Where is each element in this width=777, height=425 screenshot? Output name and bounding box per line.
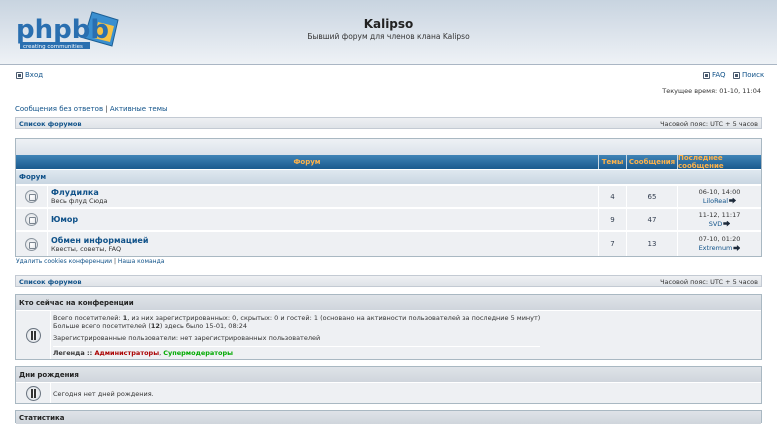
- search-icon: [733, 71, 740, 79]
- goto-last-post-icon[interactable]: [729, 197, 737, 204]
- goto-last-post-icon[interactable]: [723, 220, 731, 227]
- category-row: Форум: [16, 170, 761, 184]
- last-post-author-link[interactable]: SVD: [709, 220, 723, 228]
- forum-cell-info: Обмен информацией Квесты, советы, FAQ: [48, 232, 599, 256]
- birthday-icon: [25, 385, 41, 401]
- legend-line: Легенда :: Администраторы, Супермодерато…: [53, 346, 541, 357]
- last-post-author-link[interactable]: LiloReal: [703, 197, 728, 205]
- quick-links: Сообщения без ответов | Активные темы: [15, 105, 168, 113]
- forum-table: Форум Темы Сообщения Последнее сообщение…: [15, 138, 762, 257]
- login-icon: [16, 71, 23, 79]
- posts-count: 65: [627, 186, 678, 207]
- timezone-label: Часовой пояс: UTC + 5 часов: [660, 278, 758, 286]
- forum-read-icon: [25, 190, 38, 203]
- legend-admins-link[interactable]: Администраторы: [94, 349, 159, 357]
- statistics-section: Статистика: [15, 410, 762, 425]
- legend-label: Легенда ::: [53, 349, 95, 357]
- who-is-online-title: Кто сейчас на конференции: [16, 295, 761, 311]
- table-top-spacer: [16, 139, 761, 155]
- faq-link[interactable]: FAQ: [703, 71, 726, 79]
- timezone-label: Часовой пояс: UTC + 5 часов: [660, 120, 758, 128]
- last-post-cell: 07-10, 01:20 Extremum: [678, 232, 761, 256]
- table-row: Обмен информацией Квесты, советы, FAQ 7 …: [16, 231, 761, 256]
- birthdays-section: Дни рождения Сегодня нет дней рождения.: [15, 366, 762, 404]
- forum-cell-info: Флудилка Весь флуд Сюда: [48, 186, 599, 207]
- forum-cell-icon: [16, 232, 48, 256]
- birthdays-text: Сегодня нет дней рождения.: [53, 390, 154, 398]
- goto-last-post-icon[interactable]: [733, 245, 741, 251]
- forum-index-link[interactable]: Список форумов: [19, 120, 82, 128]
- board-links: Удалить cookies конференции | Наша коман…: [16, 258, 164, 265]
- forum-name-link[interactable]: Флудилка: [51, 188, 99, 197]
- birthday-icon-cell: [16, 383, 51, 403]
- last-post-time: 07-10, 01:20: [698, 235, 741, 243]
- login-label: Вход: [25, 71, 44, 79]
- active-topics-link[interactable]: Активные темы: [110, 105, 168, 113]
- posts-count: 47: [627, 209, 678, 230]
- unanswered-posts-link[interactable]: Сообщения без ответов: [15, 105, 103, 113]
- forum-cell-info: Юмор: [48, 209, 599, 230]
- breadcrumb-bottom: Список форумов Часовой пояс: UTC + 5 час…: [15, 275, 762, 287]
- legend-supermods-link[interactable]: Супермодераторы: [163, 349, 233, 357]
- table-row: Юмор 9 47 11-12, 11:17 SVD: [16, 208, 761, 230]
- last-post-time: 11-12, 11:17: [698, 210, 741, 219]
- who-is-online-section: Кто сейчас на конференции Всего посетите…: [15, 294, 762, 360]
- posts-count: 13: [627, 232, 678, 256]
- forum-cell-icon: [16, 209, 48, 230]
- column-header-forum: Форум: [16, 155, 599, 169]
- forum-description: Весь флуд Сюда: [51, 197, 108, 205]
- column-header-last-post: Последнее сообщение: [678, 154, 761, 170]
- last-post-time: 06-10, 14:00: [698, 187, 741, 196]
- birthdays-title: Дни рождения: [16, 367, 761, 383]
- forum-name-link[interactable]: Обмен информацией: [51, 236, 148, 245]
- link-separator: |: [105, 105, 108, 113]
- faq-label: FAQ: [712, 71, 726, 79]
- online-total-line: Всего посетителей: 1, из них зарегистрир…: [53, 314, 541, 322]
- column-header-topics: Темы: [599, 155, 627, 169]
- breadcrumb: Список форумов Часовой пояс: UTC + 5 час…: [15, 117, 762, 129]
- whosonline-icon: [25, 327, 41, 343]
- forum-cell-icon: [16, 186, 48, 207]
- online-record-line: Больше всего посетителей (12) здесь было…: [53, 322, 248, 330]
- link-separator: |: [113, 258, 116, 265]
- table-row: Флудилка Весь флуд Сюда 4 65 06-10, 14:0…: [16, 185, 761, 207]
- login-link[interactable]: Вход: [16, 71, 43, 79]
- who-is-online-text: Всего посетителей: 1, из них зарегистрир…: [53, 314, 541, 357]
- forum-index-link[interactable]: Список форумов: [19, 278, 82, 286]
- search-link[interactable]: Поиск: [733, 71, 764, 79]
- last-post-author-link[interactable]: Extremum: [699, 244, 733, 252]
- who-icon-cell: [16, 311, 51, 359]
- topics-count: 9: [599, 209, 627, 230]
- column-header-posts: Сообщения: [627, 155, 678, 169]
- forum-read-icon: [25, 237, 38, 251]
- topics-count: 4: [599, 186, 627, 207]
- search-label: Поиск: [742, 71, 765, 79]
- current-time: Текущее время: 01-10, 11:04: [662, 87, 761, 95]
- topics-count: 7: [599, 232, 627, 256]
- logo-tagline: creating communities: [23, 44, 83, 50]
- faq-icon: [703, 71, 710, 79]
- delete-cookies-link[interactable]: Удалить cookies конференции: [16, 258, 112, 265]
- category-link[interactable]: Форум: [19, 173, 46, 181]
- team-link[interactable]: Наша команда: [118, 258, 165, 265]
- forum-name-link[interactable]: Юмор: [51, 215, 78, 224]
- site-header: phpbb creating communities Kalipso Бывши…: [0, 0, 777, 65]
- last-post-cell: 11-12, 11:17 SVD: [678, 209, 761, 230]
- forum-description: Квесты, советы, FAQ: [51, 244, 122, 253]
- site-title: Kalipso: [363, 17, 414, 31]
- forum-read-icon: [25, 213, 38, 226]
- registered-users-line: Зарегистрированные пользователи: нет зар…: [53, 334, 321, 342]
- site-description: Бывший форум для членов клана Kalipso: [307, 32, 470, 41]
- last-post-cell: 06-10, 14:00 LiloReal: [678, 186, 761, 207]
